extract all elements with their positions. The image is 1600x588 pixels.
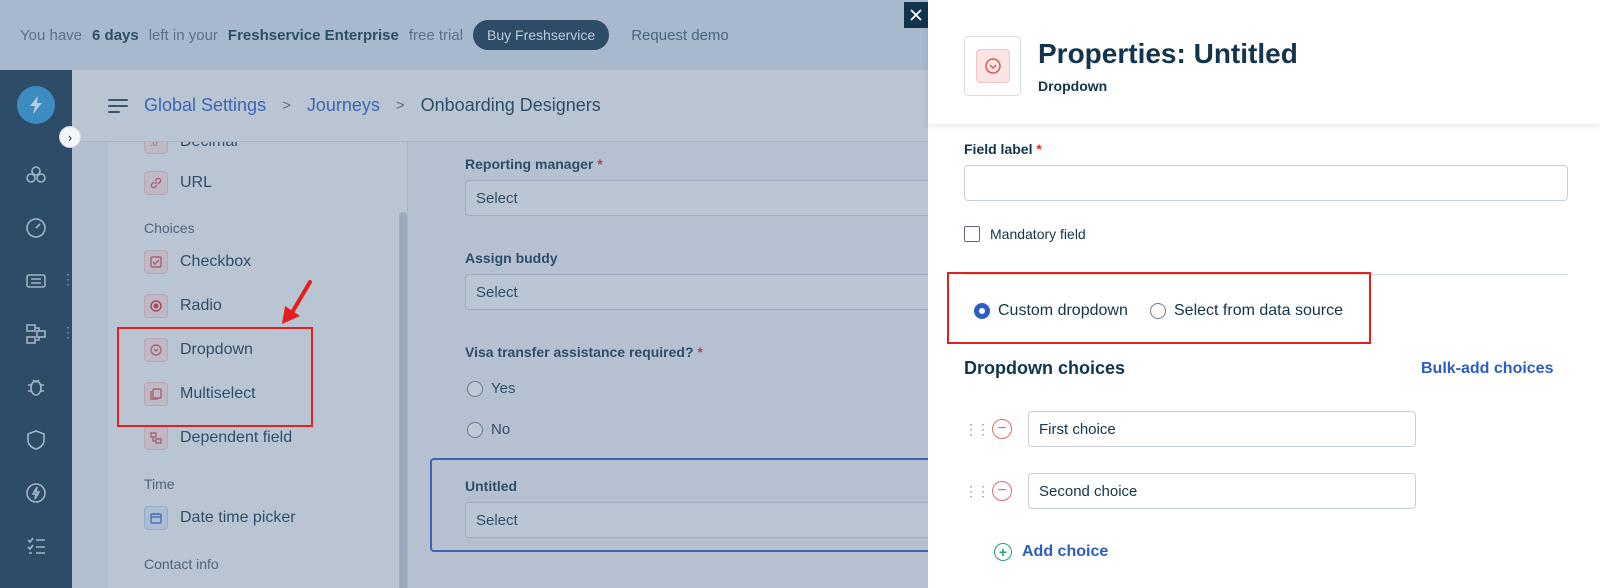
mandatory-label: Mandatory field [990,226,1086,242]
field-type-tile [964,36,1021,96]
drawer-header: Properties: Untitled Dropdown [928,0,1600,124]
modal-overlay [0,0,928,588]
close-drawer-button[interactable] [904,2,928,28]
mandatory-field-row[interactable]: Mandatory field [964,226,1086,242]
plus-icon: + [994,543,1012,561]
drag-handle-icon[interactable]: ⋮⋮ [964,422,990,436]
mandatory-checkbox[interactable] [964,226,980,242]
choice-input[interactable]: Second choice [1028,473,1416,509]
choice-row: ⋮⋮ − First choice [964,411,1416,447]
drawer-subtitle: Dropdown [1038,78,1108,94]
bulk-add-choices-link[interactable]: Bulk-add choices [1421,360,1553,378]
choice-row: ⋮⋮ − Second choice [964,473,1416,509]
choice-input[interactable]: First choice [1028,411,1416,447]
annotation-arrow-icon [282,280,312,324]
annotation-highlight-box [947,272,1371,344]
remove-choice-button[interactable]: − [992,419,1012,439]
properties-drawer: Properties: Untitled Dropdown Field labe… [928,0,1600,588]
add-choice-button[interactable]: + Add choice [994,543,1108,561]
field-label-label: Field label * [964,141,1042,157]
drag-handle-icon[interactable]: ⋮⋮ [964,484,990,498]
dropdown-icon [975,49,1010,83]
annotation-highlight-box [117,327,313,427]
remove-choice-button[interactable]: − [992,481,1012,501]
dropdown-choices-heading: Dropdown choices [964,358,1126,378]
drawer-title: Properties: Untitled [1038,38,1298,69]
field-label-input[interactable] [964,165,1568,201]
expand-sidebar-button[interactable]: › [59,126,81,148]
close-icon [910,9,922,21]
